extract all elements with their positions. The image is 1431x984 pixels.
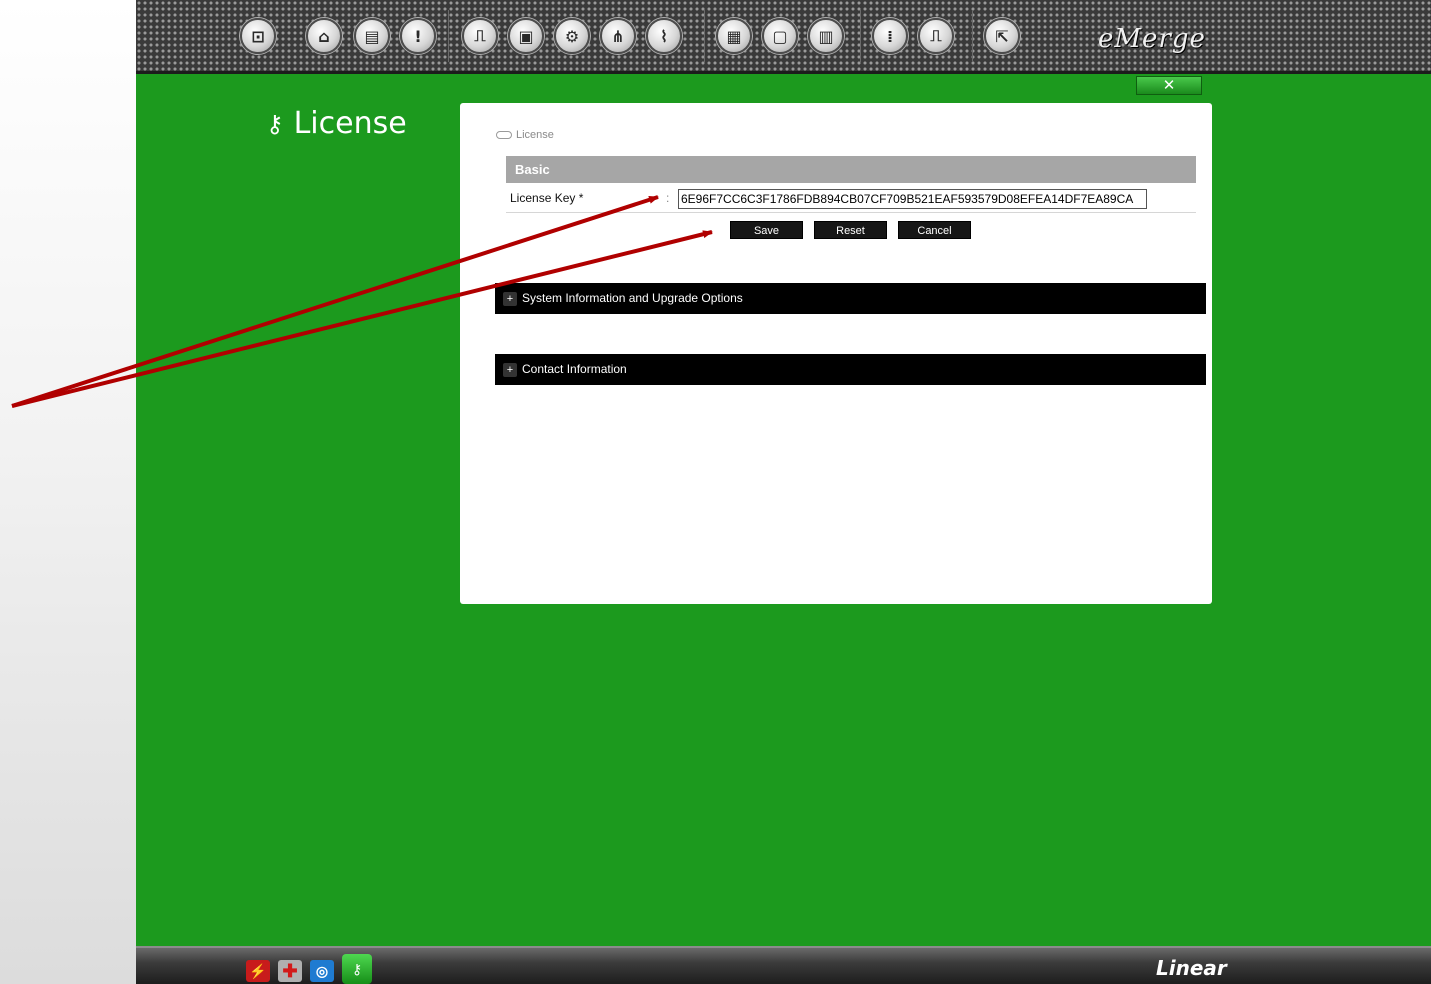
page-title: ⚷ License xyxy=(266,106,407,141)
wand-icon[interactable]: ⚡ xyxy=(246,960,270,982)
basic-section-header: Basic xyxy=(506,156,1196,183)
license-panel: License Basic License Key * : Save Reset… xyxy=(460,103,1212,604)
door-setup-icon[interactable]: ⎍ xyxy=(462,18,498,54)
health-cross-icon[interactable]: ✚ xyxy=(278,960,302,982)
key-icon: ⚷ xyxy=(266,109,284,138)
emerge-logo: eMerge xyxy=(1098,24,1206,54)
bottom-taskbar: ⚡ ✚ ◎ ⚷ Linear xyxy=(136,946,1431,984)
system-info-section[interactable]: + System Information and Upgrade Options xyxy=(495,283,1206,314)
expand-icon[interactable]: + xyxy=(503,362,517,377)
license-key-icon[interactable]: ⚷ xyxy=(342,954,372,984)
network-icon[interactable]: ⋔ xyxy=(600,18,636,54)
save-icon[interactable]: ▦ xyxy=(716,18,752,54)
breadcrumb-label[interactable]: License xyxy=(516,129,554,141)
wiring-icon[interactable]: ⌇ xyxy=(646,18,682,54)
close-button[interactable]: ✕ xyxy=(1136,76,1202,95)
compass-icon[interactable]: ◎ xyxy=(310,960,334,982)
toolbar-divider xyxy=(448,10,449,62)
contact-info-title: Contact Information xyxy=(522,362,627,376)
speech-bubble-icon xyxy=(496,131,512,139)
gears-icon[interactable]: ⚙ xyxy=(554,18,590,54)
save-button[interactable]: Save xyxy=(730,221,803,239)
field-colon: : xyxy=(666,191,670,205)
id-card-icon[interactable]: ▤ xyxy=(354,18,390,54)
cancel-button[interactable]: Cancel xyxy=(898,221,971,239)
alert-icon[interactable]: ! xyxy=(400,18,436,54)
door-icon[interactable]: ⎍ xyxy=(918,18,954,54)
toolbar-divider xyxy=(704,10,705,62)
breadcrumb: License xyxy=(496,129,554,141)
license-key-row: License Key * : xyxy=(506,185,1196,213)
person-icon[interactable]: ⌂ xyxy=(306,18,342,54)
expand-icon[interactable]: + xyxy=(503,291,517,306)
document-icon[interactable]: ▢ xyxy=(762,18,798,54)
keypad-icon[interactable]: ⁞ xyxy=(872,18,908,54)
toolbar-divider xyxy=(972,10,973,62)
content-area: ✕ ⚷ License License Basic License Key * … xyxy=(136,74,1431,946)
photo-setup-icon[interactable]: ▣ xyxy=(508,18,544,54)
main-toolbar: ⊡ ⌂ ▤ ! ⎍ ▣ ⚙ ⋔ ⌇ ▦ ▢ ▥ ⁞ ⎍ ⇱ eMerge xyxy=(136,0,1431,74)
reset-button[interactable]: Reset xyxy=(814,221,887,239)
toolbar-divider xyxy=(860,10,861,62)
contact-info-section[interactable]: + Contact Information xyxy=(495,354,1206,385)
license-key-input[interactable] xyxy=(678,189,1147,209)
page-title-text: License xyxy=(293,106,407,141)
reports-icon[interactable]: ▥ xyxy=(808,18,844,54)
linear-logo: Linear xyxy=(1156,956,1227,980)
license-key-label: License Key * xyxy=(510,191,584,205)
system-info-title: System Information and Upgrade Options xyxy=(522,291,743,305)
monitor-icon[interactable]: ⊡ xyxy=(240,18,276,54)
exit-icon[interactable]: ⇱ xyxy=(984,18,1020,54)
